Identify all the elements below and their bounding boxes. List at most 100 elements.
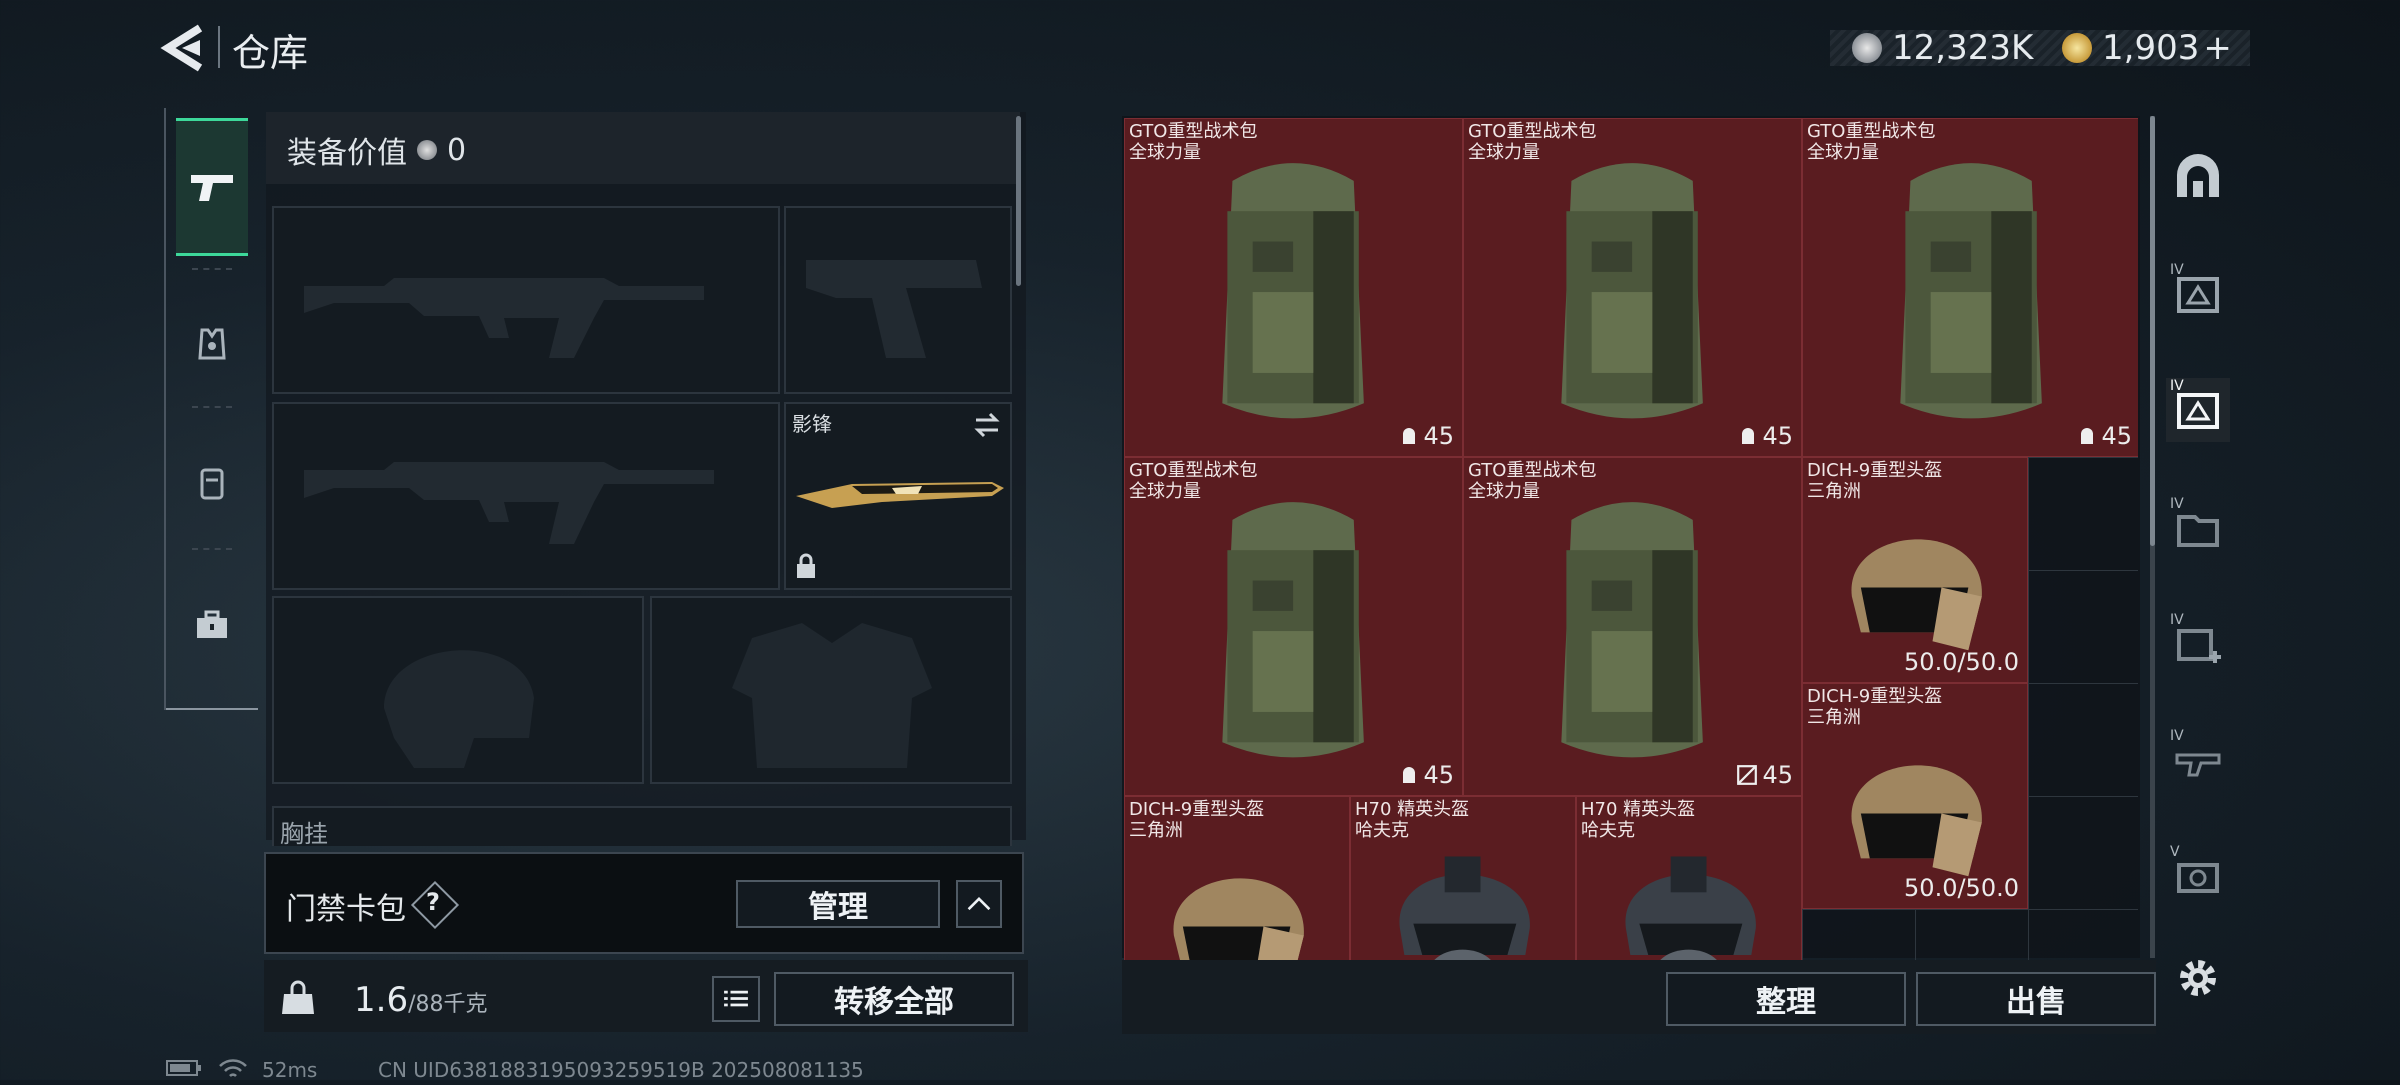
list-view-button[interactable] xyxy=(712,976,760,1022)
item-badge: 45 xyxy=(1736,761,1793,789)
helmet-silhouette-icon xyxy=(384,650,534,768)
item-title: GTO重型战术包 xyxy=(1129,460,1258,481)
uid-readout: CN UID6381883195093259519B 202508081135 xyxy=(378,1058,864,1082)
inventory-item[interactable]: DICH-9重型头盔 三角洲 xyxy=(1124,796,1350,960)
item-maker: 全球力量 xyxy=(1468,481,1540,502)
item-name: DICH-9重型头盔 三角洲 xyxy=(1129,799,1264,841)
vest-silhouette-icon xyxy=(732,623,932,768)
silver-coin-icon xyxy=(1852,33,1882,63)
sort-button[interactable]: 整理 xyxy=(1666,972,1906,1026)
nav-bottom-line xyxy=(166,708,258,710)
storage-tab-main[interactable] xyxy=(2166,146,2230,210)
add-currency-icon[interactable]: + xyxy=(2203,28,2232,68)
wifi-shape xyxy=(219,1059,247,1077)
back-arrow-icon xyxy=(160,24,203,72)
back-button[interactable] xyxy=(160,22,210,74)
item-name: GTO重型战术包 全球力量 xyxy=(1807,121,1935,163)
inventory-scrollbar[interactable] xyxy=(2150,116,2155,958)
chest-rig-slot[interactable]: 胸挂 xyxy=(272,806,1012,848)
card-pack-label: 门禁卡包 xyxy=(286,892,406,927)
armor-slot[interactable] xyxy=(650,596,1012,784)
inventory-item[interactable]: H70 精英头盔 哈夫克 xyxy=(1350,796,1576,960)
capacity-icon xyxy=(1742,428,1755,444)
tab-roman-label: IV xyxy=(2170,262,2184,278)
tab-roman-label: IV xyxy=(2170,378,2184,394)
manage-button[interactable]: 管理 xyxy=(736,880,940,928)
item-name: GTO重型战术包 全球力量 xyxy=(1129,121,1257,163)
item-title: GTO重型战术包 xyxy=(1468,460,1597,481)
lock-icon xyxy=(797,553,815,578)
page-title: 仓库 xyxy=(232,31,309,75)
storage-tab-4[interactable]: IV xyxy=(2166,612,2230,676)
item-badge-text: 50.0/50.0 xyxy=(1904,874,2019,902)
item-name: GTO重型战术包 全球力量 xyxy=(1468,460,1596,502)
item-badge-text: 45 xyxy=(1423,761,1454,789)
storage-tab-3[interactable]: IV xyxy=(2166,496,2230,560)
pistol-slot[interactable] xyxy=(784,206,1012,394)
nav-armor[interactable] xyxy=(176,278,248,410)
nav-separator xyxy=(192,268,232,270)
equipment-scrollbar[interactable] xyxy=(1016,116,1021,286)
inventory-item[interactable]: GTO重型战术包 全球力量 45 xyxy=(1124,118,1463,457)
inventory-item[interactable]: GTO重型战术包 全球力量 45 xyxy=(1463,118,1802,457)
secondary-weapon-slot[interactable] xyxy=(272,402,780,590)
primary-weapon-slot[interactable] xyxy=(272,206,780,394)
card-pack-help-icon[interactable]: ? xyxy=(410,880,460,930)
item-name: DICH-9重型头盔 三角洲 xyxy=(1807,686,1942,728)
helmet-item-icon xyxy=(1851,539,1983,651)
gold-currency[interactable]: 1,903 + xyxy=(2062,26,2232,70)
item-badge-text: 45 xyxy=(1423,422,1454,450)
scroll-thumb[interactable] xyxy=(2150,116,2155,546)
pistol-icon xyxy=(191,175,233,201)
capacity-icon xyxy=(1403,767,1416,783)
item-badge-text: 45 xyxy=(1762,422,1793,450)
chest-rig-label: 胸挂 xyxy=(280,820,328,848)
storage-tab-6[interactable]: V xyxy=(2166,844,2230,908)
inventory-item[interactable]: H70 精英头盔 哈夫克 xyxy=(1576,796,1802,960)
storage-tab-5[interactable]: IV xyxy=(2166,728,2230,792)
collapse-button[interactable] xyxy=(956,880,1002,928)
sell-button[interactable]: 出售 xyxy=(1916,972,2156,1026)
item-badge: 45 xyxy=(1399,761,1454,789)
nav-backpack[interactable] xyxy=(176,418,248,550)
armor-vest-icon xyxy=(198,328,226,360)
item-badge-text: 50.0/50.0 xyxy=(1904,648,2019,676)
item-maker: 三角洲 xyxy=(1129,820,1183,841)
settings-button[interactable] xyxy=(2166,946,2230,1010)
list-icon xyxy=(724,990,748,1007)
nav-case[interactable] xyxy=(176,560,248,692)
item-maker: 全球力量 xyxy=(1129,142,1201,163)
inventory-item[interactable]: GTO重型战术包 全球力量 45 xyxy=(1124,457,1463,796)
swap-icon[interactable] xyxy=(972,410,1002,440)
nav-weapons[interactable] xyxy=(176,118,248,256)
helmet-slot[interactable] xyxy=(272,596,644,784)
item-name: GTO重型战术包 全球力量 xyxy=(1468,121,1596,163)
equipment-value: 装备价值 0 xyxy=(287,128,466,172)
tab-roman-label: V xyxy=(2170,844,2180,860)
inventory-grid: GTO重型战术包 全球力量 45 GTO重型战术包 全球力量 45 GTO重型战术包 全球力量… xyxy=(1124,118,2138,960)
equipment-value-label: 装备价值 xyxy=(287,136,407,171)
storage-tab-2-active[interactable]: IV xyxy=(2166,378,2230,442)
inventory-item[interactable]: GTO重型战术包 全球力量 45 xyxy=(1802,118,2138,457)
silver-currency: 12,323K xyxy=(1852,26,2033,70)
backpack-item-icon xyxy=(1222,163,1365,419)
storage-arch-icon xyxy=(2177,154,2219,197)
item-name: H70 精英头盔 哈夫克 xyxy=(1581,799,1695,841)
item-badge-text: 45 xyxy=(1762,761,1793,789)
inventory-item[interactable]: DICH-9重型头盔 三角洲 50.0/50.0 xyxy=(1802,683,2028,909)
item-title: GTO重型战术包 xyxy=(1129,121,1258,142)
inventory-item[interactable]: DICH-9重型头盔 三角洲 50.0/50.0 xyxy=(1802,457,2028,683)
value-coin-icon xyxy=(417,140,437,160)
transfer-all-button[interactable]: 转移全部 xyxy=(774,972,1014,1026)
storage-tab-1[interactable]: IV xyxy=(2166,262,2230,326)
item-badge: 50.0/50.0 xyxy=(1904,874,2019,902)
backpack-item-icon xyxy=(1561,163,1704,419)
item-maker: 哈夫克 xyxy=(1355,820,1409,841)
left-category-nav xyxy=(164,108,258,710)
rifle-silhouette-icon xyxy=(304,278,704,358)
tab-roman-label: IV xyxy=(2170,728,2184,744)
helmet-item-icon xyxy=(1174,878,1305,960)
inventory-item[interactable]: GTO重型战术包 全球力量 45 xyxy=(1463,457,1802,796)
melee-slot[interactable]: 影锋 xyxy=(784,402,1012,590)
melee-name: 影锋 xyxy=(792,412,832,436)
